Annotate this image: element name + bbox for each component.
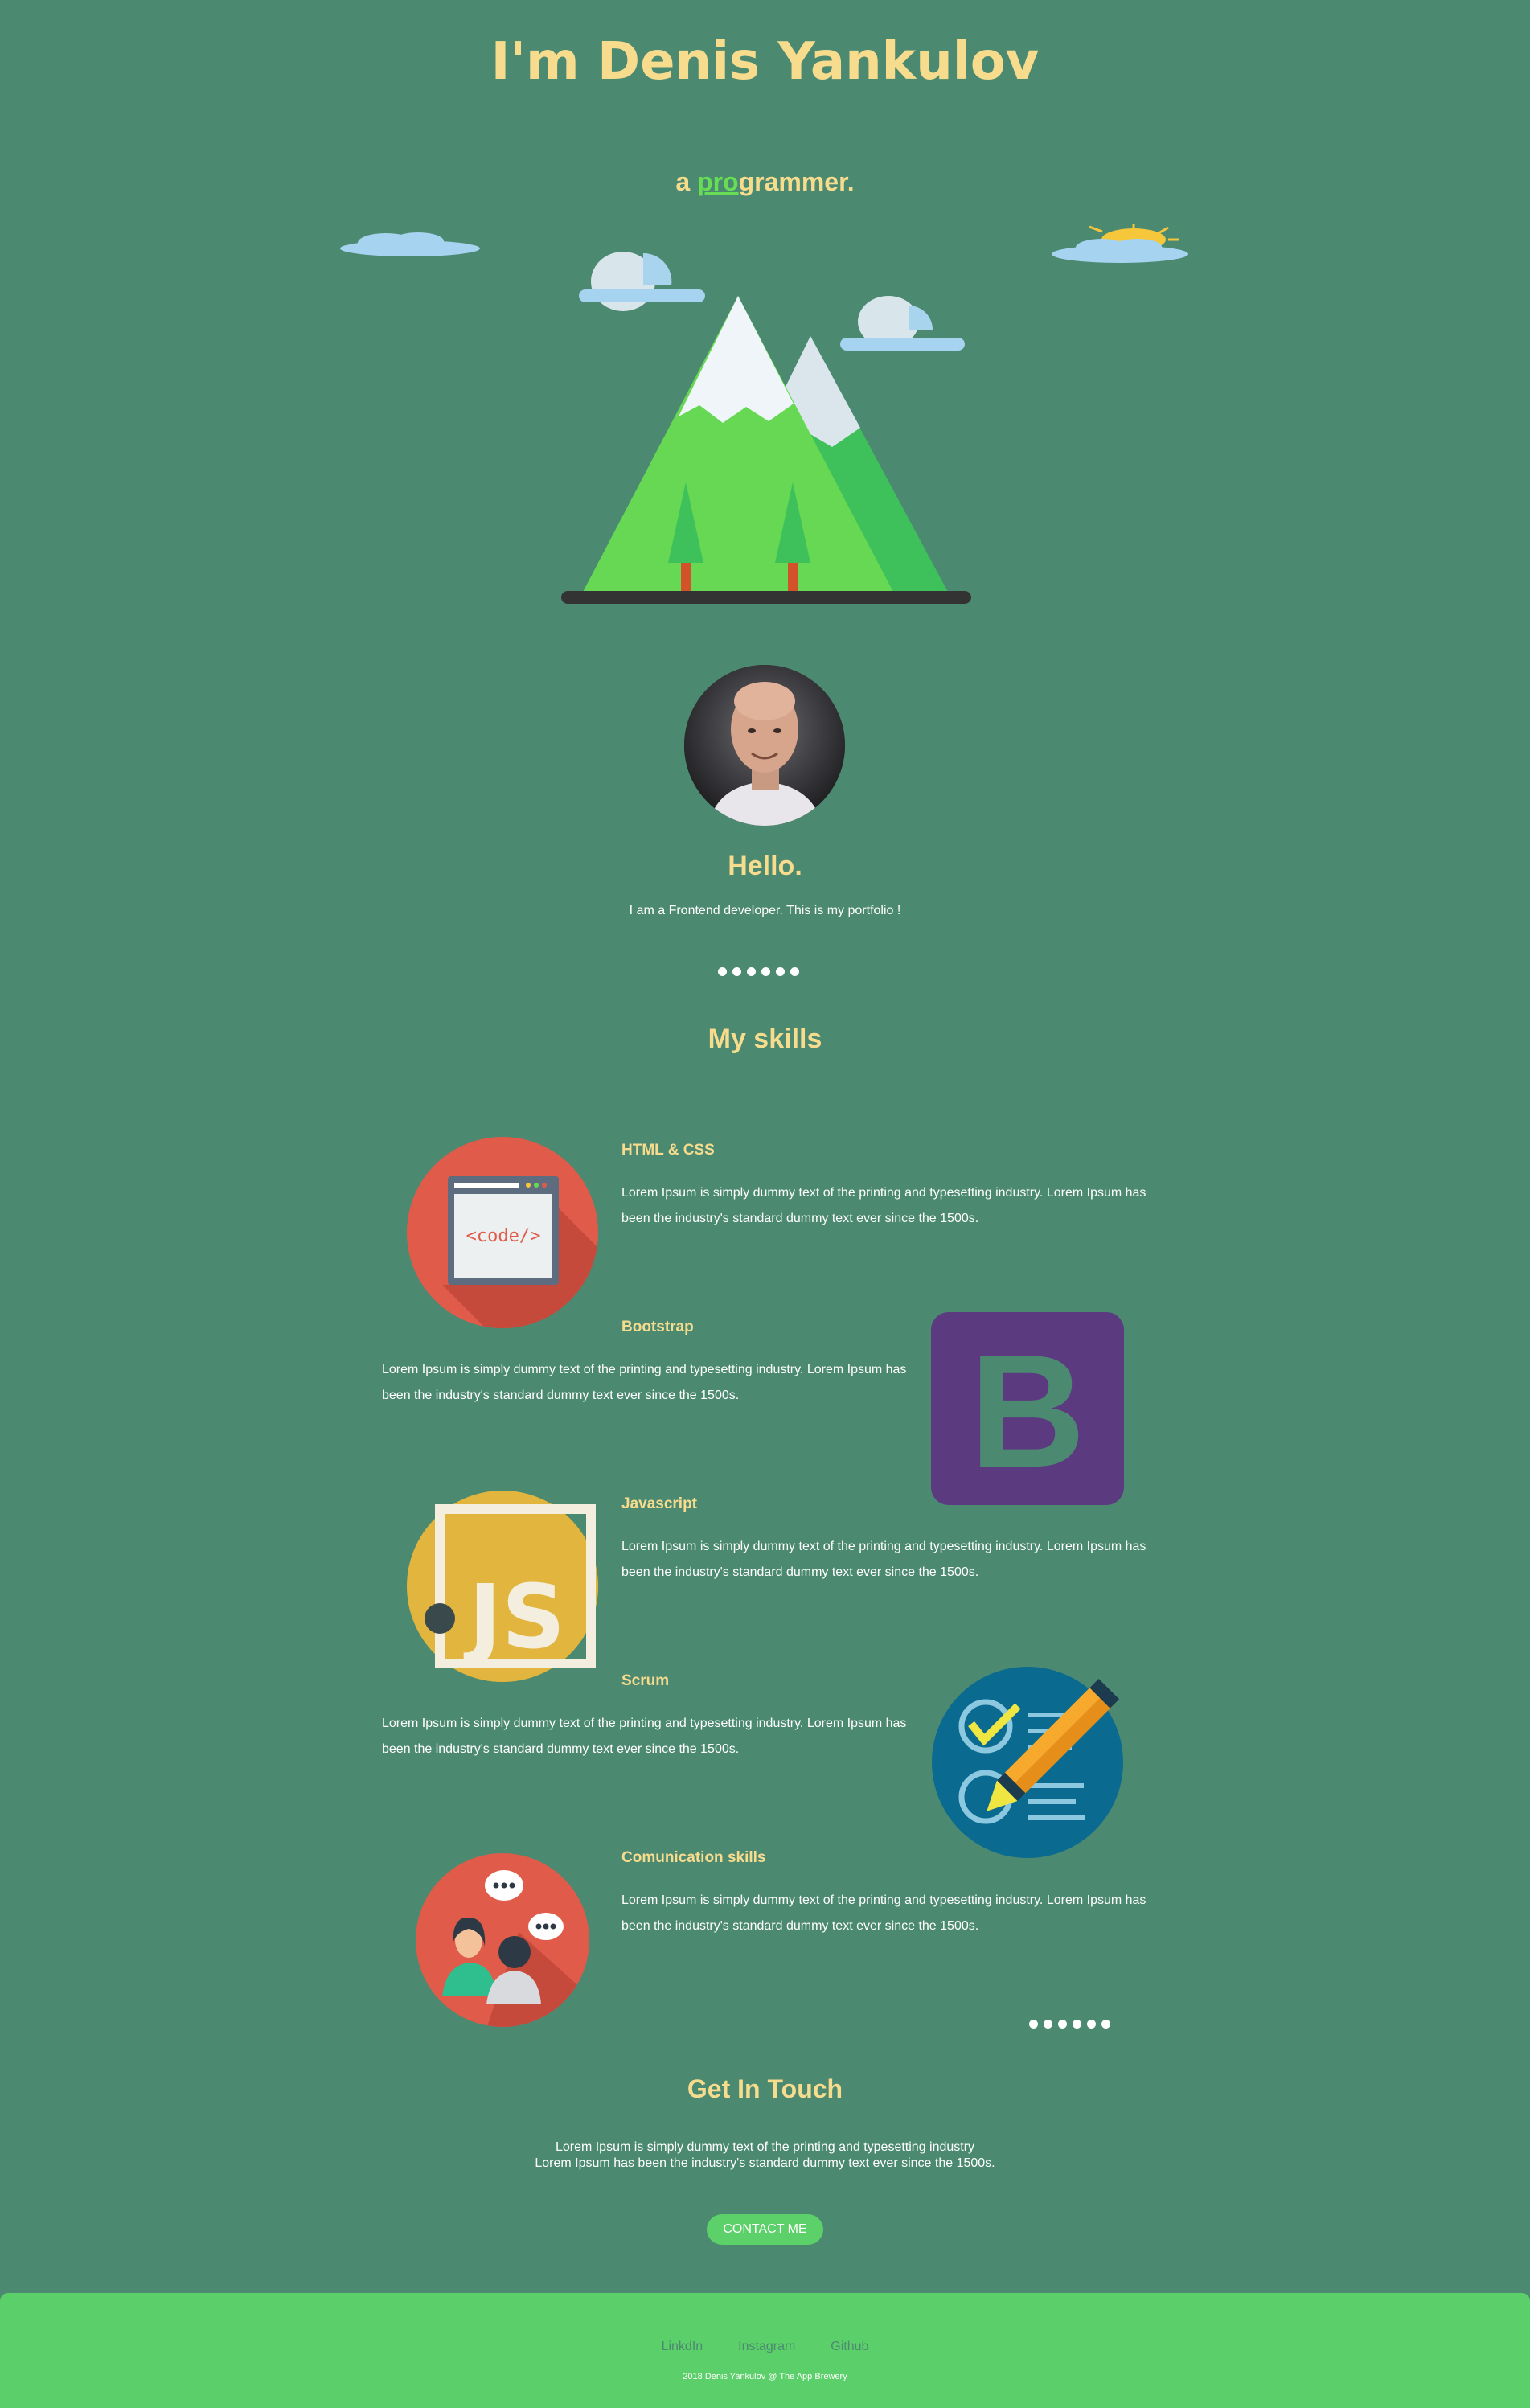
chat-people-icon: [416, 1853, 589, 2027]
sun-cloud-icon: [1052, 224, 1188, 263]
intro-text: I am a Frontend developer. This is my po…: [629, 904, 901, 917]
tagline-suffix: grammer.: [738, 167, 855, 196]
skill-title: Comunication skills: [621, 1849, 766, 1866]
code-icon-label: <code/>: [466, 1226, 541, 1246]
skill-title: Javascript: [621, 1495, 698, 1512]
footer-links: LinkdIn Instagram Github: [0, 2340, 1530, 2354]
skills-heading: My skills: [708, 1024, 822, 1054]
profile-photo: [684, 665, 845, 826]
javascript-icon-label: JS: [463, 1565, 565, 1668]
skill-description: Lorem Ipsum is simply dummy text of the …: [382, 1717, 907, 1756]
footer-link-github[interactable]: Github: [831, 2340, 868, 2354]
footer-link-linkedin[interactable]: LinkdIn: [662, 2340, 703, 2354]
cloud-icon: [840, 296, 965, 351]
skill-description: Lorem Ipsum is simply dummy text of the …: [382, 1363, 907, 1402]
contact-text-line: Lorem Ipsum is simply dummy text of the …: [555, 2140, 975, 2154]
code-icon: <code/>: [407, 1137, 598, 1328]
contact-heading: Get In Touch: [687, 2074, 843, 2103]
contact-button[interactable]: CONTACT ME: [707, 2214, 823, 2245]
dot-divider: [1029, 2020, 1110, 2029]
skill-title: HTML & CSS: [621, 1142, 715, 1159]
skill-description: Lorem Ipsum is simply dummy text of the …: [621, 1893, 1146, 1933]
tagline-prefix: a: [675, 167, 698, 196]
skill-description: Lorem Ipsum is simply dummy text of the …: [621, 1186, 1146, 1225]
javascript-icon: JS: [407, 1491, 598, 1682]
footer-copyright: 2018 Denis Yankulov @ The App Brewery: [683, 2372, 847, 2381]
contact-text: Lorem Ipsum is simply dummy text of the …: [0, 2139, 1530, 2172]
tagline: a programmer.: [0, 167, 1530, 197]
tagline-highlight: pro: [697, 167, 739, 196]
checklist-icon: [932, 1667, 1123, 1858]
footer-link-instagram[interactable]: Instagram: [738, 2340, 795, 2354]
mountain-illustration: [561, 252, 971, 604]
bootstrap-icon-label: B: [970, 1322, 1085, 1501]
hello-heading: Hello.: [728, 851, 802, 881]
page-title: I'm Denis Yankulov: [490, 32, 1040, 92]
cloud-icon: [340, 232, 480, 256]
cloud-icon: [579, 252, 705, 311]
skill-title: Bootstrap: [621, 1319, 694, 1335]
contact-text-line: Lorem Ipsum has been the industry's stan…: [535, 2156, 995, 2170]
dot-divider: [718, 967, 799, 976]
skill-description: Lorem Ipsum is simply dummy text of the …: [621, 1540, 1146, 1579]
footer: LinkdIn Instagram Github 2018 Denis Yank…: [0, 2293, 1530, 2408]
skill-title: Scrum: [621, 1672, 670, 1689]
bootstrap-icon: B: [931, 1312, 1124, 1505]
